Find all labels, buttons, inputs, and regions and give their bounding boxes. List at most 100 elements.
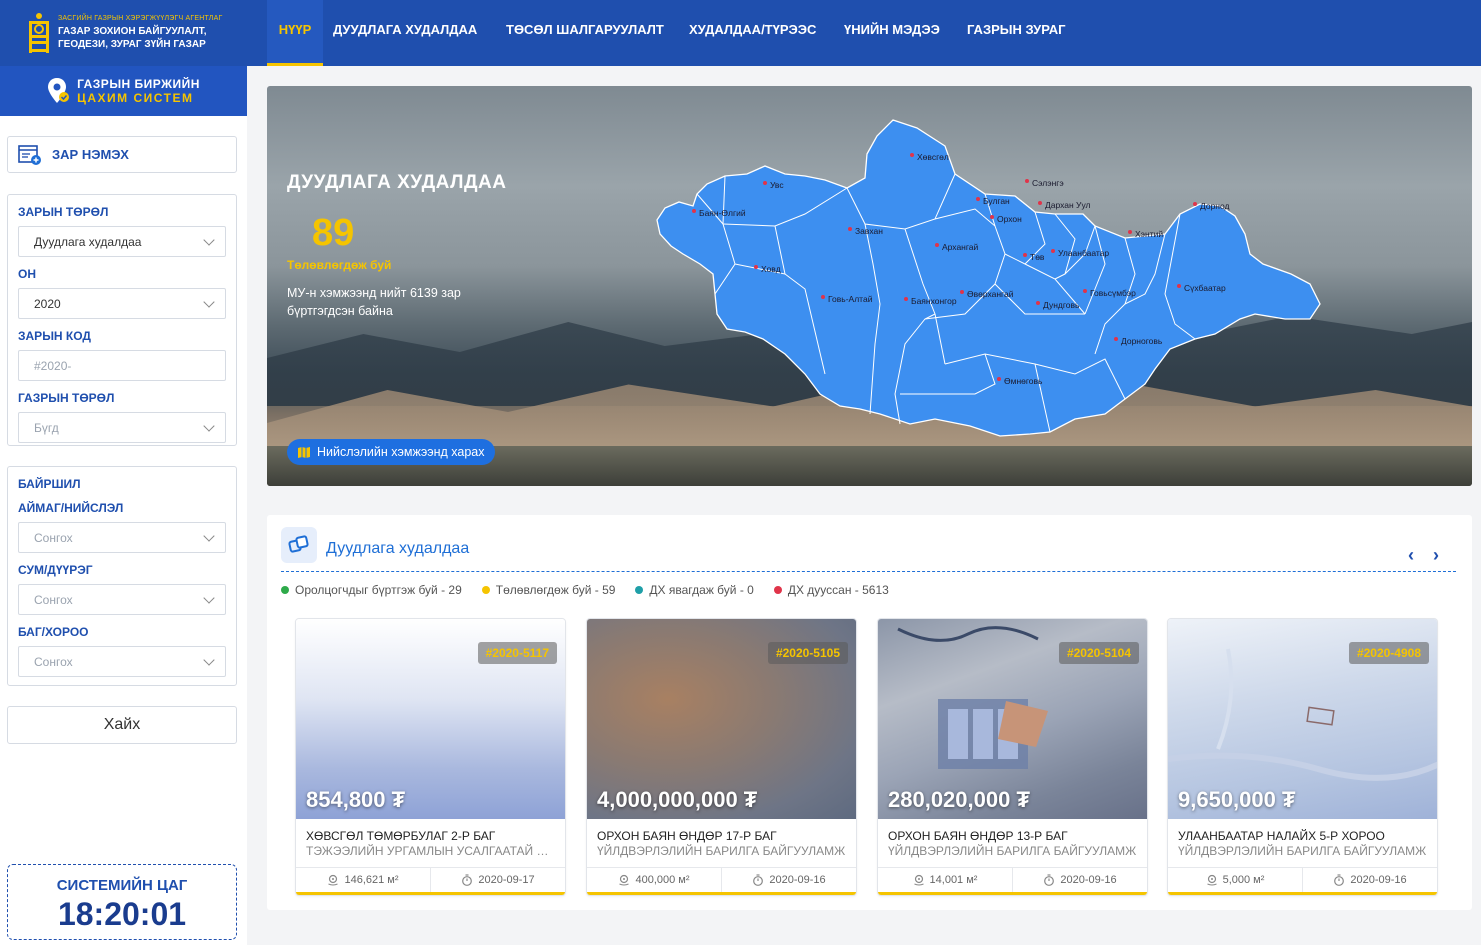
clock-time: 18:20:01 — [57, 896, 187, 932]
ad-code-badge: #2020-5104 — [1058, 642, 1139, 664]
map-label-sukhbaatar[interactable]: Сүхбаатар — [1177, 283, 1226, 293]
nav-price-info[interactable]: ҮНИЙН МЭДЭЭ — [844, 0, 940, 66]
location-icon — [913, 874, 924, 886]
legend-finished[interactable]: ДХ дууссан - 5613 — [773, 583, 889, 597]
year-select[interactable]: 2020 — [18, 288, 226, 319]
map-label-govisumber[interactable]: Говьсүмбэр — [1083, 288, 1136, 298]
map-label-arkhangai[interactable]: Архангай — [935, 242, 978, 252]
auction-card[interactable]: #2020-5104 280,020,000 ₮ ОРХОН БАЯН ӨНДӨ… — [877, 618, 1148, 896]
bag-select[interactable]: Сонгох — [18, 646, 226, 677]
map-label-bulgan[interactable]: Булган — [976, 196, 1010, 206]
parcel-price: 4,000,000,000 ₮ — [597, 787, 758, 812]
parcel-area-value: 14,001 м² — [929, 874, 978, 886]
nav-sale-rent[interactable]: ХУДАЛДАА/ТҮРЭЭС — [689, 0, 816, 66]
legend-dot — [281, 586, 289, 594]
system-banner[interactable]: ГАЗРЫН БИРЖИЙН ЦАХИМ СИСТЕМ — [0, 66, 247, 116]
card-footer: 14,001 м² 2020-09-16 — [878, 867, 1147, 895]
legend-planned[interactable]: Төлөвлөгдөж буй - 59 — [481, 583, 616, 597]
clock-label: СИСТЕМИЙН ЦАГ — [56, 877, 188, 894]
agency-logo[interactable]: ЗАСГИЙН ГАЗРЫН ХЭРЭГЖҮҮЛЭГЧ АГЕНТЛАГ ГАЗ… — [0, 0, 247, 66]
map-label-bayan-ulgii[interactable]: Баян-Өлгий — [692, 208, 746, 218]
auction-date: 2020-09-16 — [1303, 868, 1437, 892]
map-label-umnugovi[interactable]: Өмнөговь — [997, 376, 1042, 386]
map-label-khovd[interactable]: Ховд — [754, 264, 781, 274]
map-label-khuvsgul[interactable]: Хөвсгөл — [910, 152, 949, 162]
map-label-bayankhongor[interactable]: Баянхонгор — [904, 296, 957, 306]
parcel-area-value: 146,621 м² — [344, 874, 399, 886]
auction-card[interactable]: #2020-5117 854,800 ₮ ХӨВСГӨЛ ТӨМӨРБУЛАГ … — [295, 618, 566, 896]
legend-label: Оролцогчдыг бүртгэж буй - 29 — [295, 583, 462, 597]
auction-card[interactable]: #2020-5105 4,000,000,000 ₮ ОРХОН БАЯН ӨН… — [586, 618, 857, 896]
auction-card[interactable]: #2020-4908 9,650,000 ₮ УЛААНБААТАР НАЛАЙ… — [1167, 618, 1438, 896]
map-label-ulaanbaatar[interactable]: Улаанбаатар — [1051, 248, 1109, 258]
map-label-govi-altai[interactable]: Говь-Алтай — [821, 294, 872, 304]
top-navigation: НҮҮР ДУУДЛАГА ХУДАЛДАА ТӨСӨЛ ШАЛГАРУУЛАЛ… — [247, 0, 1481, 66]
chevron-down-icon — [203, 653, 215, 666]
map-label-dornogovi[interactable]: Дорноговь — [1114, 336, 1162, 346]
aimag-select[interactable]: Сонгох — [18, 522, 226, 553]
map-label-dundgovi[interactable]: Дундговь — [1036, 300, 1079, 310]
add-ad-button[interactable]: ЗАР НЭМЭХ — [7, 136, 237, 173]
map-label-khentii[interactable]: Хэнтий — [1128, 229, 1163, 239]
auction-date: 2020-09-16 — [722, 868, 856, 892]
ad-type-select[interactable]: Дуудлага худалдаа — [18, 226, 226, 257]
legend-label: ДХ дууссан - 5613 — [787, 583, 889, 597]
land-type-value: Бүгд — [34, 420, 59, 435]
location-pin-icon — [48, 78, 70, 103]
map-label-dornod[interactable]: Дорнод — [1193, 201, 1230, 211]
mongolia-map[interactable]: Хөвсгөл Увс Баян-Өлгий Завхан Ховд Говь-… — [655, 114, 1325, 439]
view-capital-button[interactable]: Нийслэлийн хэмжээнд харах — [287, 439, 495, 465]
system-name-line1: ГАЗРЫН БИРЖИЙН — [77, 77, 200, 91]
mongolia-map-shape — [656, 119, 1321, 437]
auction-date-value: 2020-09-16 — [1350, 874, 1407, 886]
map-label-orkhon[interactable]: Орхон — [990, 214, 1022, 224]
nav-project-selection[interactable]: ТӨСӨЛ ШАЛГАРУУЛАЛТ — [506, 0, 664, 66]
chevron-down-icon — [203, 233, 215, 246]
parcel-location: ОРХОН БАЯН ӨНДӨР 13-Р БАГ — [888, 829, 1068, 843]
land-type-select[interactable]: Бүгд — [18, 412, 226, 443]
chevron-down-icon — [203, 529, 215, 542]
auction-date: 2020-09-17 — [431, 868, 565, 892]
nav-land-map[interactable]: ГАЗРЫН ЗУРАГ — [967, 0, 1066, 66]
map-label-uvs[interactable]: Увс — [763, 180, 784, 190]
ad-code-badge: #2020-5105 — [767, 642, 848, 664]
add-document-icon — [18, 144, 41, 165]
legend-label: Төлөвлөгдөж буй - 59 — [495, 583, 616, 597]
parcel-area: 5,000 м² — [1168, 868, 1303, 892]
nav-auction[interactable]: ДУУДЛАГА ХУДАЛДАА — [333, 0, 477, 66]
auction-date-value: 2020-09-17 — [478, 874, 535, 886]
add-ad-label: ЗАР НЭМЭХ — [52, 147, 129, 162]
year-label: ОН — [18, 267, 36, 281]
map-label-tuv[interactable]: Төв — [1023, 252, 1044, 262]
filter-panel: ЗАРЫН ТӨРӨЛ Дуудлага худалдаа ОН 2020 ЗА… — [7, 194, 237, 446]
listing-title: Дуудлага худалдаа — [326, 540, 470, 557]
card-footer: 5,000 м² 2020-09-16 — [1168, 867, 1437, 895]
sidebar: ЗАСГИЙН ГАЗРЫН ХЭРЭГЖҮҮЛЭГЧ АГЕНТЛАГ ГАЗ… — [0, 0, 247, 945]
legend-ongoing[interactable]: ДХ явагдаж буй - 0 — [635, 583, 754, 597]
hero-description: МУ-н хэмжээнд нийт 6139 зар бүртгэгдсэн … — [287, 286, 461, 318]
auction-date-value: 2020-09-16 — [1060, 874, 1117, 886]
sum-value: Сонгох — [34, 592, 73, 607]
aimag-value: Сонгох — [34, 530, 73, 545]
location-panel: БАЙРШИЛ АЙМАГ/НИЙСЛЭЛ Сонгох СУМ/ДҮҮРЭГ … — [7, 466, 237, 686]
legend-dot — [635, 586, 644, 594]
chevron-left-icon[interactable]: ‹ — [1408, 545, 1414, 566]
legend-registering[interactable]: Оролцогчдыг бүртгэж буй - 29 — [281, 583, 462, 597]
map-label-darkhan-uul[interactable]: Дархан Уул — [1038, 200, 1090, 210]
map-label-uvurkhangai[interactable]: Өвөрхангай — [960, 289, 1013, 299]
ad-code-input[interactable]: #2020- — [18, 350, 226, 381]
nav-home[interactable]: НҮҮР — [267, 0, 323, 66]
parcel-image: #2020-5105 4,000,000,000 ₮ — [587, 619, 856, 819]
ad-code-label: ЗАРЫН КОД — [18, 329, 91, 343]
map-label-zavkhan[interactable]: Завхан — [848, 226, 883, 236]
stopwatch-icon — [462, 874, 473, 886]
parcel-price: 854,800 ₮ — [306, 787, 406, 812]
legend-dot — [773, 586, 782, 594]
search-button[interactable]: Хайх — [7, 706, 237, 744]
parcel-price: 9,650,000 ₮ — [1178, 787, 1296, 812]
parcel-area-value: 400,000 м² — [635, 874, 690, 886]
map-label-selenge[interactable]: Сэлэнгэ — [1025, 178, 1064, 188]
ad-code-badge: #2020-4908 — [1348, 642, 1429, 664]
chevron-right-icon[interactable]: › — [1433, 545, 1439, 566]
sum-select[interactable]: Сонгох — [18, 584, 226, 615]
